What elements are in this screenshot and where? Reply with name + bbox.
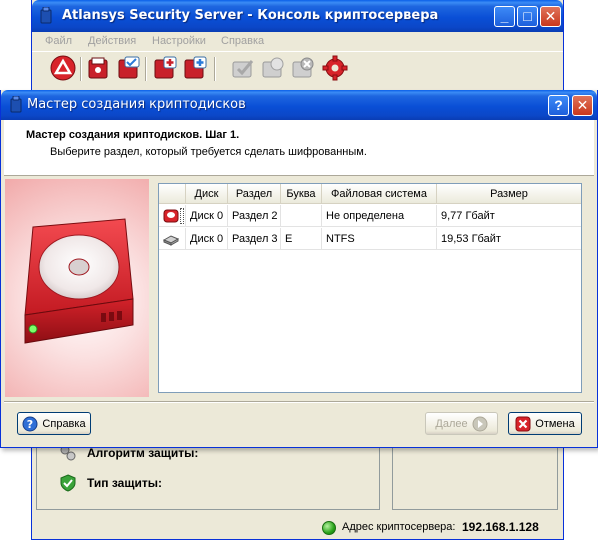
next-button[interactable]: Далее <box>425 412 498 435</box>
crypto-disk-wizard: Мастер создания криптодисков ? ✕ Мастер … <box>0 90 598 448</box>
server-address-value: 192.168.1.128 <box>462 520 539 534</box>
cell-partition: Раздел 2 <box>228 205 281 227</box>
status-online-icon <box>322 521 336 535</box>
wizard-header: Мастер создания криптодисков. Шаг 1. Выб… <box>4 120 594 176</box>
wizard-step-instruction: Выберите раздел, который требуется сдела… <box>50 146 367 158</box>
protection-row: Тип защиты: <box>59 474 162 492</box>
side-panel <box>392 448 558 510</box>
help-icon: ? <box>22 416 38 431</box>
algorithm-label: Алгоритм защиты: <box>87 446 199 460</box>
help-button[interactable]: ? Справка <box>17 412 91 435</box>
wizard-side-image <box>5 179 149 397</box>
logo-icon[interactable] <box>50 55 76 81</box>
wizard-close-button[interactable]: ✕ <box>572 95 593 116</box>
disk-add-icon[interactable] <box>152 55 178 81</box>
app-icon <box>40 7 52 24</box>
cell-partition: Раздел 3 <box>228 228 281 250</box>
wizard-app-icon <box>10 96 22 113</box>
wizard-step-heading: Мастер создания криптодисков. Шаг 1. <box>26 129 240 141</box>
statusbar: Адрес криптосервера: 192.168.1.128 <box>32 515 563 539</box>
red-hard-drive-icon <box>24 218 134 344</box>
cell-disk: Диск 0 <box>186 205 228 227</box>
menu-actions[interactable]: Действия <box>88 35 136 47</box>
cell-letter <box>281 205 322 227</box>
wizard-divider <box>4 401 594 403</box>
gray-disk-icon <box>162 235 180 246</box>
cell-size: 9,77 Гбайт <box>441 210 495 222</box>
info-panel: Алгоритм защиты: Тип защиты: <box>36 445 380 510</box>
menu-file[interactable]: Файл <box>45 35 72 47</box>
toolbar <box>32 51 563 85</box>
minimize-button[interactable]: _ <box>494 6 515 27</box>
cancel-icon <box>515 416 531 431</box>
wizard-titlebar[interactable]: Мастер создания криптодисков ? ✕ <box>1 90 597 120</box>
disk-remove-icon[interactable] <box>290 55 316 81</box>
column-header-letter[interactable]: Буква <box>281 184 322 204</box>
menu-settings[interactable]: Настройки <box>152 35 206 47</box>
disk-add-blue-icon[interactable] <box>182 55 208 81</box>
disk-encrypt-icon[interactable] <box>86 55 112 81</box>
arrow-right-icon <box>472 416 488 431</box>
wizard-title: Мастер создания криптодисков <box>27 97 246 112</box>
menu-help[interactable]: Справка <box>221 35 264 47</box>
red-disk-icon <box>163 209 179 223</box>
column-header-icon[interactable] <box>159 184 186 204</box>
shield-check-icon <box>60 474 76 492</box>
table-row[interactable]: Диск 0 Раздел 3 E NTFS 19,53 Гбайт <box>159 228 581 250</box>
toolbar-separator <box>214 57 216 81</box>
column-header-disk[interactable]: Диск <box>186 184 228 204</box>
toolbar-separator <box>80 57 82 81</box>
close-button[interactable]: ✕ <box>540 6 561 27</box>
settings-gear-icon[interactable] <box>322 55 348 81</box>
svg-text:?: ? <box>27 418 33 431</box>
disk-check-icon[interactable] <box>116 55 142 81</box>
help-button-label: Справка <box>42 417 86 430</box>
column-header-size[interactable]: Размер <box>437 184 581 204</box>
cell-filesystem: NTFS <box>322 228 437 250</box>
partition-table[interactable]: Диск Раздел Буква Файловая система Разме… <box>158 183 582 393</box>
menubar: Файл Действия Настройки Справка <box>32 32 563 50</box>
main-titlebar[interactable]: Atlansys Security Server - Консоль крипт… <box>32 0 563 32</box>
table-row[interactable]: Диск 0 Раздел 2 Не определена 9,77 Гбайт <box>159 205 581 227</box>
protection-label: Тип защиты: <box>87 476 162 490</box>
next-button-label: Далее <box>435 417 468 430</box>
cancel-button-label: Отмена <box>535 417 575 430</box>
cell-letter: E <box>281 228 322 250</box>
cell-filesystem: Не определена <box>322 205 437 227</box>
wizard-help-title-button[interactable]: ? <box>548 95 569 116</box>
cell-size: 19,53 Гбайт <box>441 233 501 245</box>
maximize-button[interactable]: □ <box>517 6 538 27</box>
cancel-button[interactable]: Отмена <box>508 412 582 435</box>
disk-check-gray-icon[interactable] <box>260 55 286 81</box>
main-window-title: Atlansys Security Server - Консоль крипт… <box>62 8 439 23</box>
cell-disk: Диск 0 <box>186 228 228 250</box>
column-header-filesystem[interactable]: Файловая система <box>322 184 437 204</box>
server-address-label: Адрес криптосервера: <box>342 521 456 533</box>
toolbar-separator <box>145 57 147 81</box>
row-icon-cell <box>159 205 186 227</box>
row-icon-cell <box>159 228 186 250</box>
verify-icon[interactable] <box>230 55 256 81</box>
table-header: Диск Раздел Буква Файловая система Разме… <box>159 184 581 204</box>
column-header-partition[interactable]: Раздел <box>228 184 281 204</box>
